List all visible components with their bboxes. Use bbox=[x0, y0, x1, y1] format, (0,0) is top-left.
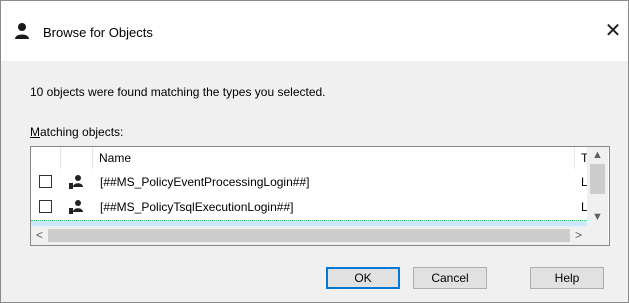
scroll-down-icon[interactable]: ▼ bbox=[587, 209, 608, 226]
browse-for-objects-dialog: Browse for Objects ✕ 10 objects were fou… bbox=[0, 0, 629, 303]
table-row[interactable]: [##MS_PolicyEventProcessingLogin##] Log bbox=[31, 170, 601, 194]
header-name-column[interactable]: Name bbox=[93, 147, 575, 169]
matching-objects-label: Matching objects: bbox=[30, 125, 123, 139]
scroll-up-icon[interactable]: ▲ bbox=[587, 147, 608, 164]
row-name: [##MS_PolicyEventProcessingLogin##] bbox=[100, 175, 310, 189]
matching-objects-label-text: atching objects: bbox=[40, 125, 124, 139]
scroll-left-icon[interactable]: < bbox=[31, 226, 48, 245]
user-icon bbox=[15, 23, 29, 39]
result-message: 10 objects were found matching the types… bbox=[30, 85, 326, 99]
table-row[interactable]: [##MS_PolicyTsqlExecutionLogin##] Log bbox=[31, 195, 601, 219]
accelerator-key: M bbox=[30, 125, 40, 139]
cancel-button[interactable]: Cancel bbox=[413, 267, 487, 289]
row-name: [##MS_PolicyTsqlExecutionLogin##] bbox=[100, 200, 294, 214]
header-icon-column[interactable] bbox=[61, 147, 93, 169]
horizontal-scrollbar[interactable]: < > bbox=[31, 226, 587, 245]
list-header: Name Typ bbox=[31, 147, 600, 169]
row-checkbox[interactable] bbox=[39, 200, 52, 213]
login-user-icon bbox=[69, 175, 83, 189]
help-button[interactable]: Help bbox=[530, 267, 604, 289]
row-checkbox[interactable] bbox=[39, 175, 52, 188]
matching-objects-list[interactable]: Name Typ [##MS_PolicyEventProcessingLogi… bbox=[30, 146, 610, 246]
vertical-scroll-thumb[interactable] bbox=[590, 164, 605, 194]
horizontal-scroll-thumb[interactable] bbox=[48, 229, 570, 242]
ok-button[interactable]: OK bbox=[326, 267, 400, 289]
vertical-scrollbar[interactable]: ▲ ▼ bbox=[587, 147, 608, 226]
close-button[interactable]: ✕ bbox=[599, 16, 627, 46]
scroll-corner bbox=[587, 226, 608, 245]
scroll-right-icon[interactable]: > bbox=[570, 226, 587, 245]
title-bar: Browse for Objects ✕ bbox=[1, 1, 628, 61]
header-checkbox-column[interactable] bbox=[31, 147, 61, 169]
login-user-icon bbox=[69, 200, 83, 214]
window-title: Browse for Objects bbox=[43, 25, 153, 40]
